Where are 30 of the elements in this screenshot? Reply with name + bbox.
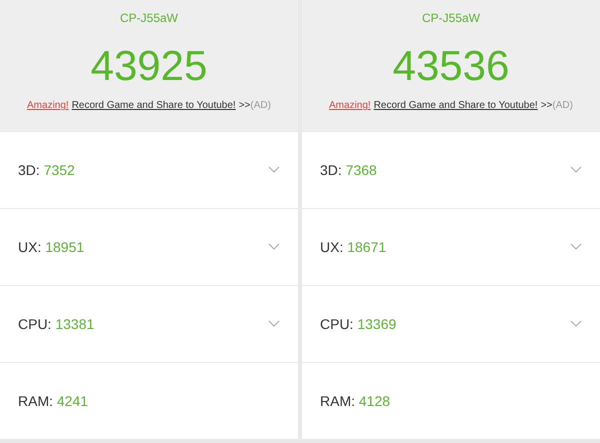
device-name: CP-J55aW xyxy=(120,11,178,25)
total-score: 43536 xyxy=(392,45,510,87)
score-label: UX: 18951 xyxy=(18,239,84,255)
chevron-down-icon xyxy=(268,320,280,328)
chevron-down-icon xyxy=(268,166,280,174)
arrows-text: >> xyxy=(238,100,250,111)
score-row[interactable]: UX: 18951 xyxy=(0,209,298,285)
score-row[interactable]: 3D: 7352 xyxy=(0,132,298,208)
chevron-down-icon xyxy=(570,166,582,174)
score-label: CPU: 13381 xyxy=(18,316,94,332)
score-row[interactable]: UX: 18671 xyxy=(302,209,600,285)
score-label: 3D: 7368 xyxy=(320,162,377,178)
ad-label: (AD) xyxy=(552,100,573,111)
ad-label: (AD) xyxy=(250,100,271,111)
chevron-down-icon xyxy=(570,243,582,251)
score-label: RAM: 4241 xyxy=(18,393,88,409)
score-row[interactable]: CPU: 13381 xyxy=(0,286,298,362)
chevron-down-icon xyxy=(268,243,280,251)
promo-link[interactable]: Record Game and Share to Youtube! xyxy=(72,100,236,111)
arrows-text: >> xyxy=(540,100,552,111)
promo-link[interactable]: Record Game and Share to Youtube! xyxy=(374,100,538,111)
score-row[interactable]: CPU: 13369 xyxy=(302,286,600,362)
score-label: UX: 18671 xyxy=(320,239,386,255)
score-label: 3D: 7352 xyxy=(18,162,75,178)
chevron-down-icon xyxy=(570,320,582,328)
score-row[interactable]: 3D: 7368 xyxy=(302,132,600,208)
device-name: CP-J55aW xyxy=(422,11,480,25)
total-score: 43925 xyxy=(90,45,208,87)
score-label: RAM: 4128 xyxy=(320,393,390,409)
score-label: CPU: 13369 xyxy=(320,316,396,332)
